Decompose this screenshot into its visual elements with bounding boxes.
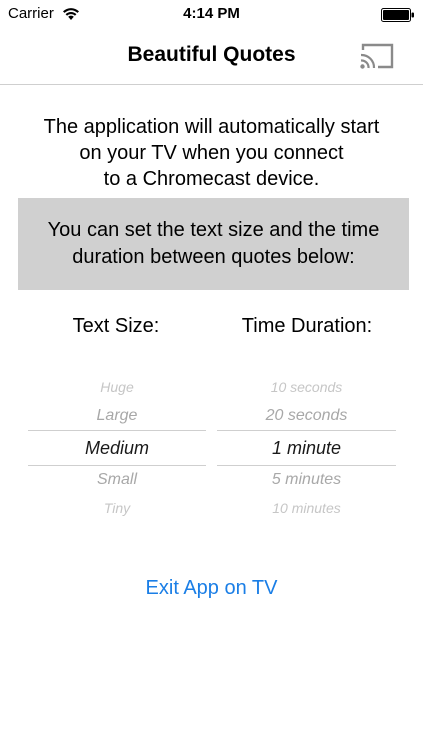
text-size-header: Text Size: — [72, 315, 160, 337]
text-size-option[interactable]: Huge — [28, 379, 206, 395]
picker-selection-bottom-line — [28, 465, 206, 466]
cast-icon[interactable] — [359, 42, 395, 70]
time-duration-option[interactable]: 10 minutes — [217, 500, 396, 516]
text-size-option[interactable]: Large — [28, 407, 206, 425]
time-duration-header: Time Duration: — [241, 315, 373, 337]
status-time: 4:14 PM — [183, 5, 240, 22]
info-text: You can set the text size and the time d… — [47, 219, 380, 268]
time-duration-option[interactable]: 5 minutes — [217, 471, 396, 489]
intro-text: The application will automatically start… — [43, 116, 380, 190]
time-duration-option[interactable]: 20 seconds — [217, 407, 396, 425]
info-box: You can set the text size and the time d… — [18, 198, 409, 290]
text-size-option-selected[interactable]: Medium — [28, 438, 206, 459]
picker-selection-bottom-line — [217, 465, 396, 466]
time-duration-option-selected[interactable]: 1 minute — [217, 438, 396, 459]
text-size-option[interactable]: Tiny — [28, 500, 206, 516]
time-duration-picker[interactable]: 10 seconds 20 seconds 1 minute 5 minutes… — [217, 372, 396, 522]
picker-selection-top-line — [217, 430, 396, 431]
nav-bar: Beautiful Quotes — [0, 28, 423, 85]
text-size-picker[interactable]: Huge Large Medium Small Tiny — [28, 372, 206, 522]
exit-app-button[interactable]: Exit App on TV — [0, 577, 423, 600]
picker-selection-top-line — [28, 430, 206, 431]
text-size-option[interactable]: Small — [28, 471, 206, 489]
time-duration-option[interactable]: 10 seconds — [217, 379, 396, 395]
status-bar: Carrier 4:14 PM — [0, 0, 423, 28]
battery-icon — [381, 8, 414, 22]
